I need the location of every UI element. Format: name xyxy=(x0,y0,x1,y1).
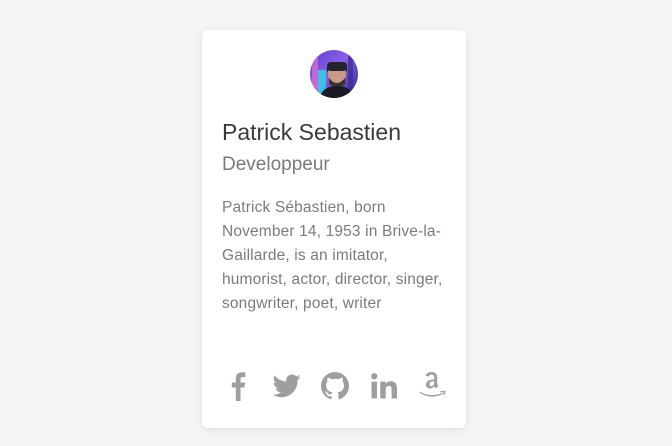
linkedin-link[interactable] xyxy=(368,370,400,402)
amazon-link[interactable] xyxy=(416,370,448,402)
github-icon xyxy=(321,372,349,400)
social-links xyxy=(222,368,452,404)
facebook-link[interactable] xyxy=(222,370,254,402)
avatar-image xyxy=(310,50,358,98)
twitter-icon xyxy=(272,374,301,398)
profile-role: Developpeur xyxy=(222,154,330,175)
linkedin-icon xyxy=(370,373,397,399)
profile-name: Patrick Sebastien xyxy=(222,119,401,145)
avatar xyxy=(310,50,358,98)
profile-card: Patrick Sebastien Developpeur Patrick Sé… xyxy=(202,30,466,428)
profile-bio: Patrick Sébastien, born November 14, 195… xyxy=(222,199,443,312)
facebook-icon xyxy=(231,372,246,401)
github-link[interactable] xyxy=(319,370,351,402)
amazon-icon xyxy=(419,371,446,397)
twitter-link[interactable] xyxy=(271,370,303,402)
